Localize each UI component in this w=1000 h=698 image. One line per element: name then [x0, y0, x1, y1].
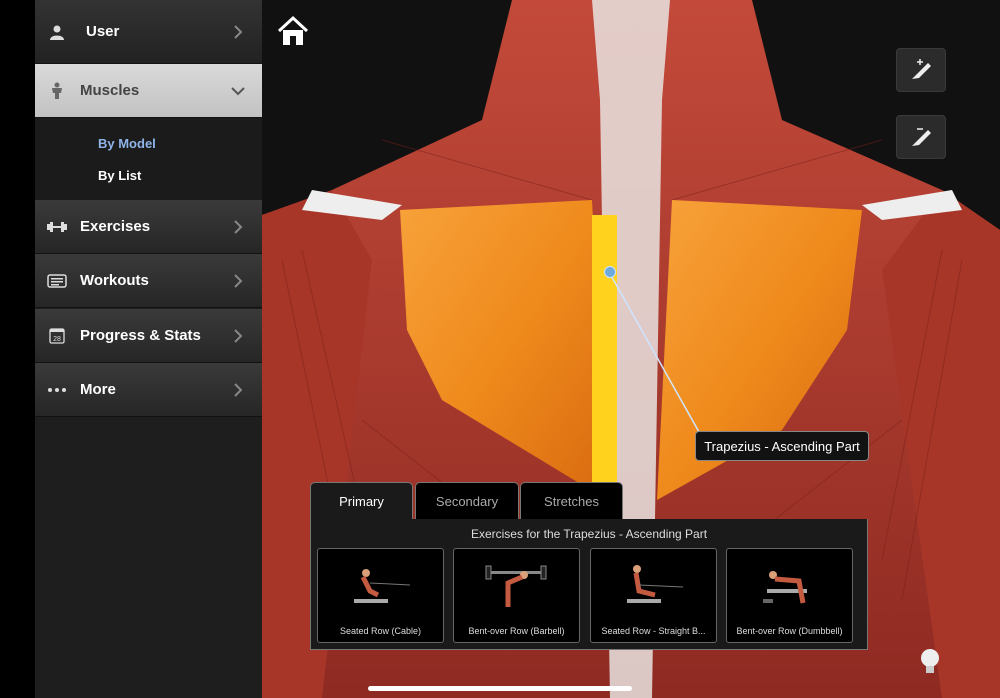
sidebar-item-label: Exercises	[80, 218, 151, 235]
exercise-thumbnail	[485, 565, 547, 607]
add-pen-button[interactable]	[896, 48, 946, 92]
exercise-thumbnail	[763, 571, 807, 604]
submenu-item-by-model[interactable]: By Model	[98, 136, 156, 151]
remove-pen-button[interactable]	[896, 115, 946, 159]
exercise-card[interactable]: Seated Row - Straight B...	[590, 548, 717, 643]
exercise-caption: Seated Row (Cable)	[339, 626, 422, 636]
calendar-day-text: 28	[53, 336, 61, 343]
calendar-icon: 28	[47, 326, 67, 346]
exercise-thumbnail	[627, 565, 684, 603]
panel-title: Exercises for the Trapezius - Ascending …	[470, 527, 708, 541]
sidebar-item-label: Progress & Stats	[80, 327, 201, 344]
exercise-card[interactable]: Bent-over Row (Barbell)	[453, 548, 580, 643]
submenu-item-by-list[interactable]: By List	[98, 168, 141, 183]
sidebar-item-progress-stats[interactable]: 28 Progress & Stats	[35, 309, 262, 363]
sidebar-item-label: Muscles	[80, 82, 140, 99]
exercise-caption: Bent-over Row (Barbell)	[468, 626, 565, 636]
sidebar-item-muscles[interactable]: Muscles	[35, 64, 262, 118]
user-icon	[47, 22, 67, 42]
chevron-right-icon	[234, 382, 243, 397]
tab-secondary[interactable]: Secondary	[415, 482, 519, 520]
sidebar-item-user[interactable]: User	[35, 0, 262, 64]
tab-stretches[interactable]: Stretches	[520, 482, 623, 520]
sidebar-item-exercises[interactable]: Exercises	[35, 200, 262, 254]
tab-primary[interactable]: Primary	[310, 482, 413, 520]
muscle-figure-icon	[47, 81, 67, 101]
chevron-right-icon	[234, 24, 243, 39]
muscles-submenu: By Model By List	[35, 118, 262, 200]
muscle-marker-dot[interactable]	[604, 266, 616, 278]
exercise-thumbnail	[354, 569, 411, 603]
sidebar: User Muscles By Model By List Exercises …	[35, 0, 262, 698]
exercises-panel: Exercises for the Trapezius - Ascending …	[310, 519, 868, 650]
chevron-right-icon	[234, 328, 243, 343]
remove-pen-icon	[912, 128, 931, 146]
sidebar-item-workouts[interactable]: Workouts	[35, 254, 262, 308]
home-icon	[277, 15, 309, 45]
workout-card-icon	[47, 271, 67, 291]
home-button[interactable]	[276, 14, 310, 48]
lightbulb-icon[interactable]	[918, 647, 942, 682]
exercise-card[interactable]: Seated Row (Cable)	[317, 548, 444, 643]
exercise-caption: Bent-over Row (Dumbbell)	[736, 626, 843, 636]
sidebar-item-label: Workouts	[80, 272, 149, 289]
chevron-right-icon	[234, 219, 243, 234]
sidebar-item-label: More	[80, 381, 116, 398]
dumbbell-icon	[47, 217, 67, 237]
ellipsis-icon	[47, 380, 67, 400]
add-pen-icon	[912, 59, 931, 79]
chevron-right-icon	[234, 273, 243, 288]
exercise-caption: Seated Row - Straight B...	[601, 626, 706, 636]
exercise-card[interactable]: Bent-over Row (Dumbbell)	[726, 548, 853, 643]
muscle-callout-label[interactable]: Trapezius - Ascending Part	[695, 431, 869, 461]
sidebar-item-label: User	[86, 23, 120, 40]
chevron-down-icon	[231, 86, 245, 95]
sidebar-item-more[interactable]: More	[35, 363, 262, 417]
home-indicator[interactable]	[368, 686, 632, 691]
